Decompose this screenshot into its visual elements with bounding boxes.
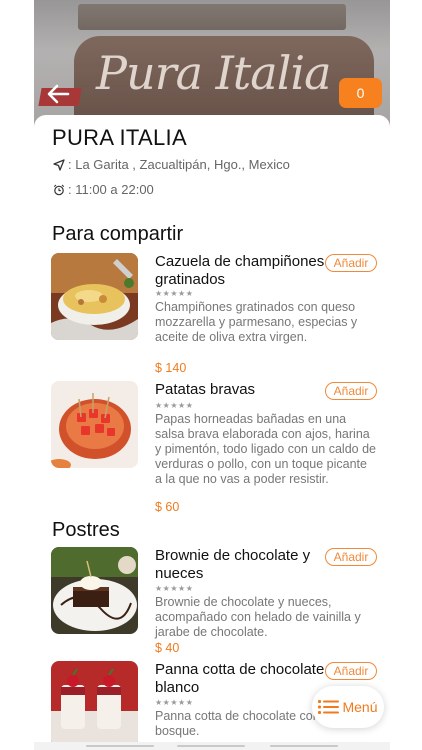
item-photo-patatas bbox=[51, 381, 138, 468]
section-title-postres: Postres bbox=[52, 519, 120, 541]
item-photo-panna-cotta bbox=[51, 661, 138, 748]
section-title-para-compartir: Para compartir bbox=[52, 223, 184, 245]
rating-stars: ★★★★★ bbox=[155, 584, 194, 593]
cart-count-button[interactable]: 0 bbox=[339, 78, 382, 108]
location-arrow-icon bbox=[52, 158, 66, 172]
rating-stars: ★★★★★ bbox=[155, 698, 194, 707]
item-description: Brownie de chocolate y nueces, acompañad… bbox=[155, 595, 361, 639]
restaurant-address: : La Garita , Zacualtipán, Hgo., Mexico bbox=[52, 157, 290, 172]
item-name: Brownie de chocolate y nueces bbox=[155, 547, 311, 582]
item-photo-brownie bbox=[51, 547, 138, 634]
item-price: $ 60 bbox=[155, 500, 180, 514]
add-button[interactable]: Añadir bbox=[325, 548, 377, 566]
item-description: Papas horneadas bañadas en una salsa bra… bbox=[155, 412, 376, 486]
restaurant-sheet: PURA ITALIA : La Garita , Zacualtipán, H… bbox=[34, 115, 390, 750]
hours-text: : 11:00 a 22:00 bbox=[68, 182, 154, 197]
item-price: $ 40 bbox=[155, 641, 180, 655]
menu-item[interactable]: Brownie de chocolate y nueces Añadir ★★★… bbox=[51, 547, 381, 667]
arrow-left-icon bbox=[47, 84, 70, 104]
item-name: Panna cotta de chocolate blanco bbox=[155, 661, 325, 696]
item-description: Champiñones gratinados con queso mozzare… bbox=[155, 300, 358, 344]
rating-stars: ★★★★★ bbox=[155, 289, 194, 298]
menu-item[interactable]: Patatas bravas Añadir ★★★★★ Papas hornea… bbox=[51, 381, 381, 516]
app-frame: Pura Italia 0 PURA ITALIA : La Garita , … bbox=[34, 0, 390, 750]
address-text: : La Garita , Zacualtipán, Hgo., Mexico bbox=[68, 157, 290, 172]
add-button[interactable]: Añadir bbox=[325, 662, 377, 680]
list-icon bbox=[318, 700, 340, 714]
item-name: Patatas bravas bbox=[155, 381, 256, 398]
item-photo-cazuela bbox=[51, 253, 138, 340]
menu-button[interactable]: Menú bbox=[312, 686, 384, 728]
add-button[interactable]: Añadir bbox=[325, 382, 377, 400]
back-button[interactable] bbox=[44, 82, 72, 106]
item-name: Cazuela de champiñones gratinados bbox=[155, 253, 325, 288]
item-price: $ 140 bbox=[155, 361, 187, 375]
alarm-clock-icon bbox=[52, 183, 66, 197]
hero-banner: Pura Italia bbox=[34, 0, 390, 128]
restaurant-name: PURA ITALIA bbox=[52, 125, 187, 150]
rating-stars: ★★★★★ bbox=[155, 401, 194, 410]
restaurant-hours: : 11:00 a 22:00 bbox=[52, 182, 154, 197]
scroll-indicator-bar bbox=[34, 742, 390, 750]
menu-item[interactable]: Cazuela de champiñones gratinados Añadir… bbox=[51, 253, 381, 375]
menu-button-label: Menú bbox=[342, 699, 378, 715]
add-button[interactable]: Añadir bbox=[325, 254, 377, 272]
